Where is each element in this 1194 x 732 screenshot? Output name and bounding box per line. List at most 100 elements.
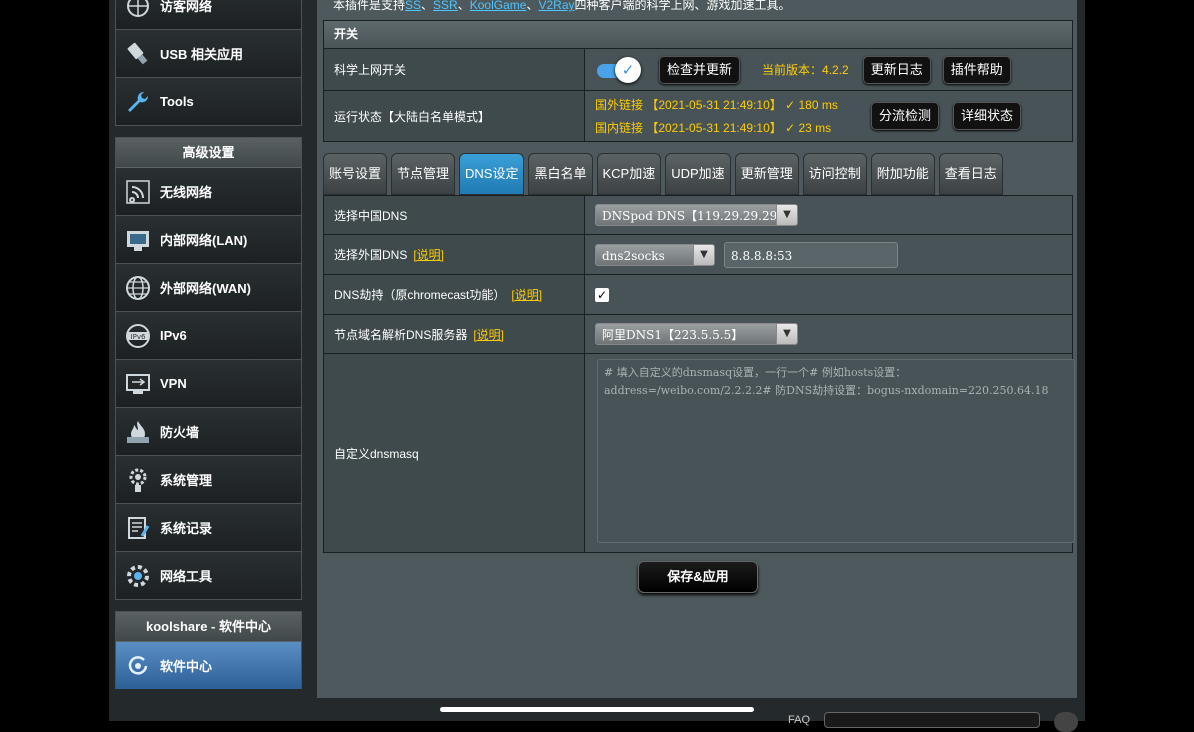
sidebar-item-label: 外部网络(WAN): [160, 281, 251, 296]
tab-access[interactable]: 访问控制: [802, 153, 867, 195]
network-tools-icon: [123, 561, 153, 591]
changelog-button[interactable]: 更新日志: [862, 55, 931, 84]
hijack-label: DNS劫持（原chromecast功能）: [334, 288, 506, 302]
node-dns-select[interactable]: 阿里DNS1【223.5.5.5】 ▼: [595, 323, 798, 345]
tab-dns[interactable]: DNS设定: [459, 153, 525, 195]
link-ssr[interactable]: SSR: [433, 0, 458, 12]
tab-kcp[interactable]: KCP加速: [596, 153, 662, 195]
sidebar-item-guest-network[interactable]: 访客网络: [116, 0, 301, 30]
version-text: 当前版本：4.2.2: [762, 63, 849, 77]
home-indicator: [440, 707, 754, 712]
sidebar-item-label: VPN: [160, 376, 187, 391]
sidebar-item-tools[interactable]: Tools: [116, 78, 301, 125]
tab-bar: 账号设置 节点管理 DNS设定 黑白名单 KCP加速 UDP加速 更新管理 访问…: [323, 153, 1003, 195]
plugin-intro: 本插件是支持SS、SSR、KoolGame、V2Ray四种客户端的科学上网、游戏…: [333, 0, 791, 13]
svg-text:IPv6: IPv6: [131, 333, 146, 341]
footer-faq[interactable]: FAQ: [788, 714, 810, 726]
sidebar-item-system-log[interactable]: 系统记录: [116, 504, 301, 552]
split-check-button[interactable]: 分流检测: [871, 102, 940, 130]
link-v2ray[interactable]: V2Ray: [538, 0, 574, 12]
hijack-cell: ✓: [585, 275, 1072, 314]
foreign-dns-server-input[interactable]: 8.8.8.8:53: [724, 241, 898, 268]
sidebar-item-label: 系统记录: [160, 521, 213, 536]
software-center-icon: [123, 651, 153, 681]
sidebar-item-system-admin[interactable]: 系统管理: [116, 456, 301, 504]
custom-dnsmasq-label: 自定义dnsmasq: [324, 354, 585, 552]
foreign-dns-label-cell: 选择外国DNS [说明]: [324, 235, 585, 274]
dropdown-arrow-icon: ▼: [776, 324, 797, 344]
tab-nodes[interactable]: 节点管理: [391, 153, 456, 195]
tab-update[interactable]: 更新管理: [734, 153, 799, 195]
guest-network-icon: [123, 0, 153, 21]
sidebar-item-label: Tools: [160, 94, 194, 109]
node-dns-value: 阿里DNS1【223.5.5.5】: [602, 328, 744, 342]
status-domestic: 国内链接 【2021-05-31 21:49:10】 ✓ 23 ms: [595, 121, 832, 135]
usb-icon: [123, 39, 153, 69]
foreign-dns-select[interactable]: dns2socks ▼: [595, 243, 715, 266]
sidebar-item-wan[interactable]: 外部网络(WAN): [116, 264, 301, 312]
proxy-toggle[interactable]: ✓: [595, 56, 641, 83]
ipv6-icon: IPv6: [123, 321, 153, 351]
tab-udp[interactable]: UDP加速: [665, 153, 731, 195]
sidebar-item-label: 系统管理: [160, 473, 213, 488]
foreign-dns-help-link[interactable]: [说明]: [413, 246, 444, 263]
link-koolgame[interactable]: KoolGame: [470, 0, 527, 12]
cn-dns-cell: DNSpod DNS【119.29.29.29】 ▼: [585, 196, 1072, 234]
toggle-label: 科学上网开关: [324, 49, 585, 90]
cn-dns-select[interactable]: DNSpod DNS【119.29.29.29】 ▼: [595, 204, 798, 226]
detail-status-button[interactable]: 详细状态: [953, 102, 1022, 130]
hijack-help-link[interactable]: [说明]: [511, 286, 542, 303]
dropdown-arrow-icon: ▼: [776, 205, 797, 225]
sidebar-item-label: 无线网络: [160, 185, 213, 200]
save-apply-button[interactable]: 保存&应用: [638, 561, 758, 593]
wan-globe-icon: [123, 273, 153, 303]
node-dns-help-link[interactable]: [说明]: [473, 326, 504, 343]
custom-dnsmasq-textarea[interactable]: # 填入自定义的dnsmasq设置，一行一个# 例如hosts设置：addres…: [597, 359, 1075, 543]
intro-sep: 、: [457, 0, 470, 12]
footer-search-input[interactable]: [824, 712, 1040, 728]
tab-blacklist[interactable]: 黑白名单: [528, 153, 593, 195]
sidebar-item-firewall[interactable]: 防火墙: [116, 408, 301, 456]
cn-dns-row: 选择中国DNS DNSpod DNS【119.29.29.29】 ▼: [324, 196, 1072, 235]
node-dns-cell: 阿里DNS1【223.5.5.5】 ▼: [585, 315, 1072, 353]
sidebar-item-label: 网络工具: [160, 569, 213, 584]
sidebar-item-lan[interactable]: 内部网络(LAN): [116, 216, 301, 264]
switch-header: 开关: [324, 21, 1072, 49]
sidebar-item-software-center[interactable]: 软件中心: [116, 642, 301, 689]
intro-prefix: 本插件是支持: [333, 0, 406, 12]
sidebar-item-label: 防火墙: [160, 425, 200, 440]
cn-dns-value: DNSpod DNS【119.29.29.29】: [602, 209, 790, 223]
check-update-button[interactable]: 检查并更新: [659, 55, 741, 84]
intro-sep: 、: [421, 0, 434, 12]
status-foreign: 国外链接 【2021-05-31 21:49:10】 ✓ 180 ms: [595, 98, 838, 112]
koolshare-title: koolshare - 软件中心: [116, 612, 301, 642]
link-ss[interactable]: SS: [405, 0, 421, 12]
wrench-icon: [123, 87, 153, 117]
hijack-checkbox[interactable]: ✓: [595, 287, 609, 302]
advanced-settings-title: 高级设置: [116, 138, 301, 168]
node-dns-label-cell: 节点域名解析DNS服务器 [说明]: [324, 315, 585, 353]
foreign-dns-value: dns2socks: [602, 248, 665, 263]
top-menu-group: 访客网络 USB 相关应用 Tools: [115, 0, 302, 126]
sidebar-item-usb[interactable]: USB 相关应用: [116, 30, 301, 78]
foreign-dns-row: 选择外国DNS [说明] dns2socks ▼ 8.8.8.8:53: [324, 235, 1072, 275]
system-log-icon: [123, 513, 153, 543]
koolshare-menu-group: koolshare - 软件中心 软件中心: [115, 611, 302, 689]
lan-icon: [123, 225, 153, 255]
tab-account[interactable]: 账号设置: [323, 153, 388, 195]
status-label: 运行状态【大陆白名单模式】: [324, 91, 585, 141]
sidebar-item-network-tools[interactable]: 网络工具: [116, 552, 301, 599]
tab-logs[interactable]: 查看日志: [938, 153, 1003, 195]
sidebar-item-wireless[interactable]: 无线网络: [116, 168, 301, 216]
intro-suffix: 四种客户端的科学上网、游戏加速工具。: [574, 0, 791, 12]
sidebar-item-label: 软件中心: [160, 659, 213, 674]
tab-addons[interactable]: 附加功能: [870, 153, 935, 195]
search-icon[interactable]: [1054, 712, 1078, 732]
sidebar-item-ipv6[interactable]: IPv6 IPv6: [116, 312, 301, 360]
advanced-menu-group: 高级设置 无线网络 内部网络(LAN) 外部网络(WAN) IPv6 IPv6: [115, 137, 302, 600]
plugin-help-button[interactable]: 插件帮助: [942, 55, 1011, 84]
hijack-row: DNS劫持（原chromecast功能） [说明] ✓: [324, 275, 1072, 315]
firewall-icon: [123, 417, 153, 447]
sidebar-item-label: 内部网络(LAN): [160, 233, 248, 248]
sidebar-item-vpn[interactable]: VPN: [116, 360, 301, 408]
